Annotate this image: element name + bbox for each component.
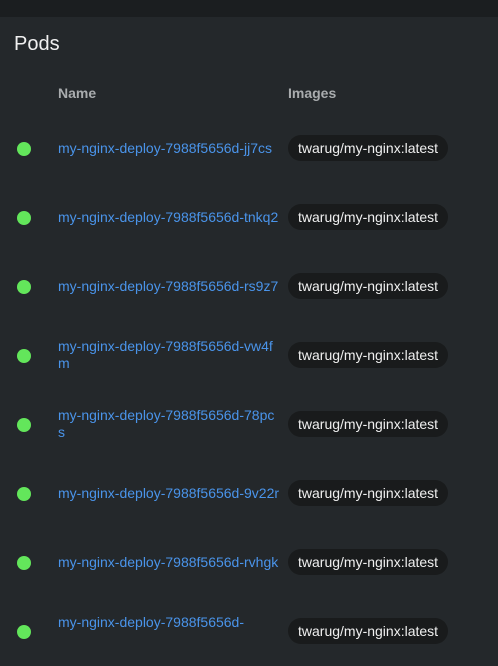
- table-row: my-nginx-deploy-7988f5656d-78pcs twarug/…: [0, 390, 498, 459]
- table-row: my-nginx-deploy-7988f5656d-rvhgk twarug/…: [0, 528, 498, 597]
- table-row: my-nginx-deploy-7988f5656d-jj7cs twarug/…: [0, 114, 498, 183]
- image-chip[interactable]: twarug/my-nginx:latest: [288, 273, 449, 299]
- pod-name-link[interactable]: my-nginx-deploy-7988f5656d-rvhgk: [58, 554, 280, 571]
- status-running-icon: [17, 556, 31, 570]
- image-chip[interactable]: twarug/my-nginx:latest: [288, 204, 449, 230]
- status-running-icon: [17, 142, 31, 156]
- table-row: my-nginx-deploy-7988f5656d-vw4fm twarug/…: [0, 321, 498, 390]
- table-row: my-nginx-deploy-7988f5656d- twarug/my-ng…: [0, 597, 498, 666]
- table-row: my-nginx-deploy-7988f5656d-tnkq2 twarug/…: [0, 183, 498, 252]
- image-chip[interactable]: twarug/my-nginx:latest: [288, 480, 449, 506]
- status-running-icon: [17, 487, 31, 501]
- image-chip[interactable]: twarug/my-nginx:latest: [288, 549, 449, 575]
- column-header-images: Images: [288, 85, 337, 101]
- status-running-icon: [17, 211, 31, 225]
- section-title: Pods: [14, 33, 60, 55]
- status-running-icon: [17, 418, 31, 432]
- image-chip[interactable]: twarug/my-nginx:latest: [288, 342, 449, 368]
- pod-name-link[interactable]: my-nginx-deploy-7988f5656d-tnkq2: [58, 209, 280, 226]
- pod-name-link[interactable]: my-nginx-deploy-7988f5656d-vw4fm: [58, 338, 280, 372]
- pod-name-link[interactable]: my-nginx-deploy-7988f5656d-rs9z7: [58, 278, 280, 295]
- status-running-icon: [17, 625, 31, 639]
- top-bar: [0, 0, 498, 17]
- pod-name-link[interactable]: my-nginx-deploy-7988f5656d-jj7cs: [58, 140, 280, 157]
- pod-name-link[interactable]: my-nginx-deploy-7988f5656d-: [58, 614, 280, 631]
- pod-name-link[interactable]: my-nginx-deploy-7988f5656d-78pcs: [58, 407, 280, 441]
- status-running-icon: [17, 280, 31, 294]
- image-chip[interactable]: twarug/my-nginx:latest: [288, 618, 449, 644]
- column-header-name[interactable]: Name: [58, 85, 96, 101]
- image-chip[interactable]: twarug/my-nginx:latest: [288, 135, 449, 161]
- pod-name-link[interactable]: my-nginx-deploy-7988f5656d-9v22r: [58, 485, 280, 502]
- image-chip[interactable]: twarug/my-nginx:latest: [288, 411, 449, 437]
- status-running-icon: [17, 349, 31, 363]
- pods-table: my-nginx-deploy-7988f5656d-jj7cs twarug/…: [0, 114, 498, 666]
- table-row: my-nginx-deploy-7988f5656d-rs9z7 twarug/…: [0, 252, 498, 321]
- table-row: my-nginx-deploy-7988f5656d-9v22r twarug/…: [0, 459, 498, 528]
